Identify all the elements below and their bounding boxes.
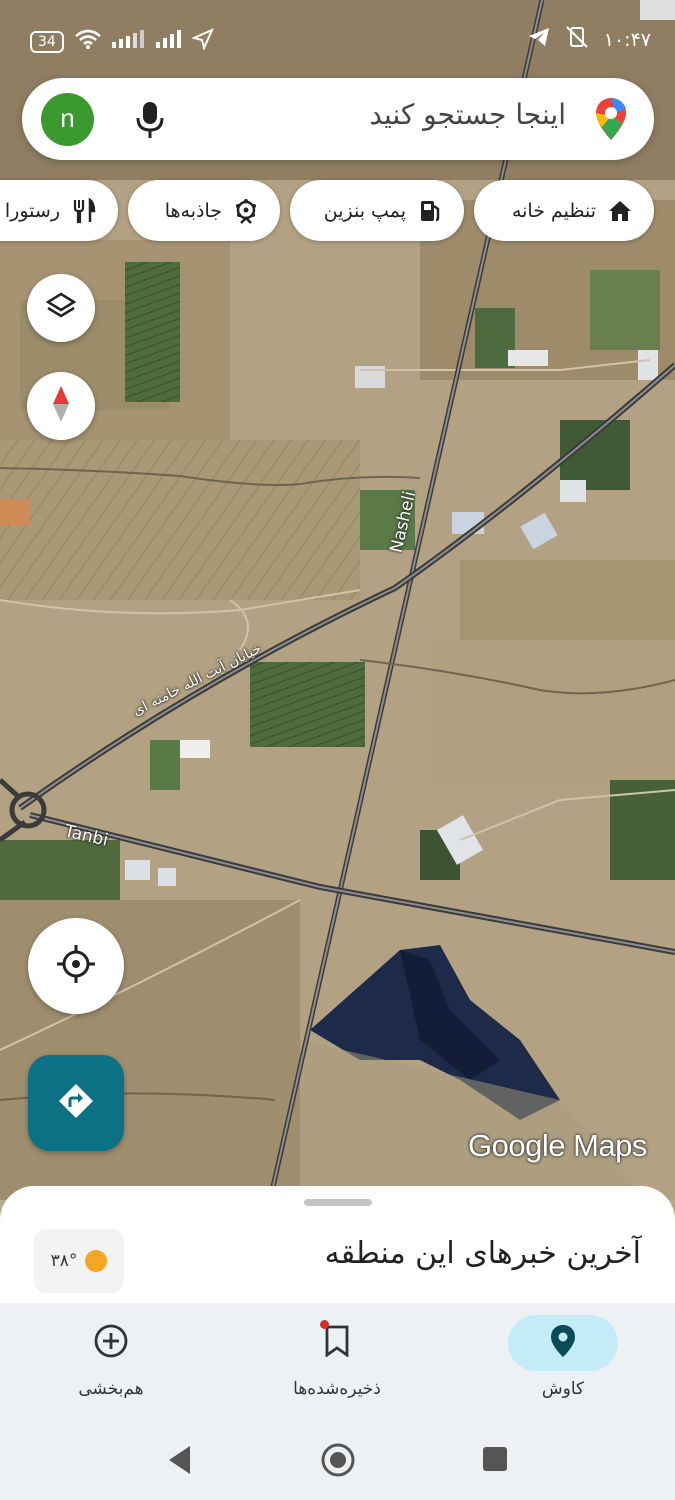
gas-station-icon <box>416 197 444 225</box>
nav-contribute[interactable]: هم‌بخشی <box>28 1303 188 1420</box>
directions-icon <box>56 1081 96 1125</box>
vibrate-off-icon <box>564 26 590 53</box>
chip-label: پمپ بنزین <box>323 199 406 222</box>
chip-label: تنظیم خانه <box>511 199 596 222</box>
local-news-title: آخرین خبرهای این منطقه <box>324 1236 641 1271</box>
home-icon <box>606 197 634 225</box>
layers-button[interactable] <box>27 274 95 342</box>
chip-label: رستورا <box>4 199 60 222</box>
bottom-navigation: کاوش ذخیره‌شده‌ها هم‌بخشی <box>0 1303 675 1420</box>
chip-restaurants[interactable]: رستورا <box>0 180 118 241</box>
explore-active-pill <box>508 1315 618 1371</box>
category-chips: تنظیم خانه پمپ بنزین جاذبه‌ها رستورا <box>0 180 675 242</box>
battery-indicator: 34 <box>30 30 64 53</box>
restaurant-icon <box>70 196 98 225</box>
chip-gas-station[interactable]: پمپ بنزین <box>290 180 464 241</box>
contribute-pill <box>56 1315 166 1371</box>
search-input[interactable]: اینجا جستجو کنید <box>369 98 566 131</box>
saved-pill <box>282 1315 392 1371</box>
google-maps-logo-icon <box>594 96 628 142</box>
nav-contribute-label: هم‌بخشی <box>78 1379 144 1399</box>
nav-explore[interactable]: کاوش <box>480 1303 640 1420</box>
layers-icon <box>45 290 77 326</box>
compass-icon <box>50 384 72 428</box>
chip-set-home[interactable]: تنظیم خانه <box>474 180 654 241</box>
add-circle-icon <box>93 1323 129 1363</box>
wifi-icon <box>74 29 102 54</box>
directions-button[interactable] <box>28 1055 124 1151</box>
account-avatar[interactable]: n <box>41 93 94 146</box>
weather-temperature: ۳۸° <box>50 1251 78 1271</box>
drag-handle[interactable] <box>304 1199 372 1206</box>
back-icon[interactable] <box>166 1444 194 1480</box>
system-navigation-bar <box>0 1420 675 1500</box>
notification-dot <box>320 1320 329 1329</box>
telegram-icon <box>528 27 550 52</box>
signal-icon-2 <box>155 30 182 53</box>
location-pin-icon <box>550 1324 576 1362</box>
nav-saved[interactable]: ذخیره‌شده‌ها <box>254 1303 414 1420</box>
home-circle-icon[interactable] <box>320 1442 356 1482</box>
sun-icon <box>85 1250 108 1272</box>
clock: ۱۰:۴۷ <box>603 28 651 51</box>
bookmark-icon <box>320 1320 350 1361</box>
location-arrow-icon <box>190 28 214 55</box>
compass-button[interactable] <box>27 372 95 440</box>
crosshair-icon <box>56 944 96 988</box>
chip-label: جاذبه‌ها <box>164 199 222 222</box>
bottom-sheet[interactable]: آخرین خبرهای این منطقه ۳۸° <box>0 1186 675 1306</box>
attractions-icon <box>232 197 260 225</box>
status-bar: 34 ۱۰:۴۷ <box>0 24 675 60</box>
nav-saved-label: ذخیره‌شده‌ها <box>293 1379 381 1399</box>
search-bar[interactable]: n اینجا جستجو کنید <box>22 78 654 160</box>
nav-explore-label: کاوش <box>541 1379 585 1399</box>
weather-chip[interactable]: ۳۸° <box>34 1229 124 1293</box>
signal-icon <box>111 30 146 53</box>
recents-icon[interactable] <box>482 1446 508 1476</box>
my-location-button[interactable] <box>28 918 124 1014</box>
microphone-icon[interactable] <box>134 100 166 140</box>
google-maps-watermark: Google Maps <box>468 1128 647 1163</box>
chip-attractions[interactable]: جاذبه‌ها <box>128 180 280 241</box>
